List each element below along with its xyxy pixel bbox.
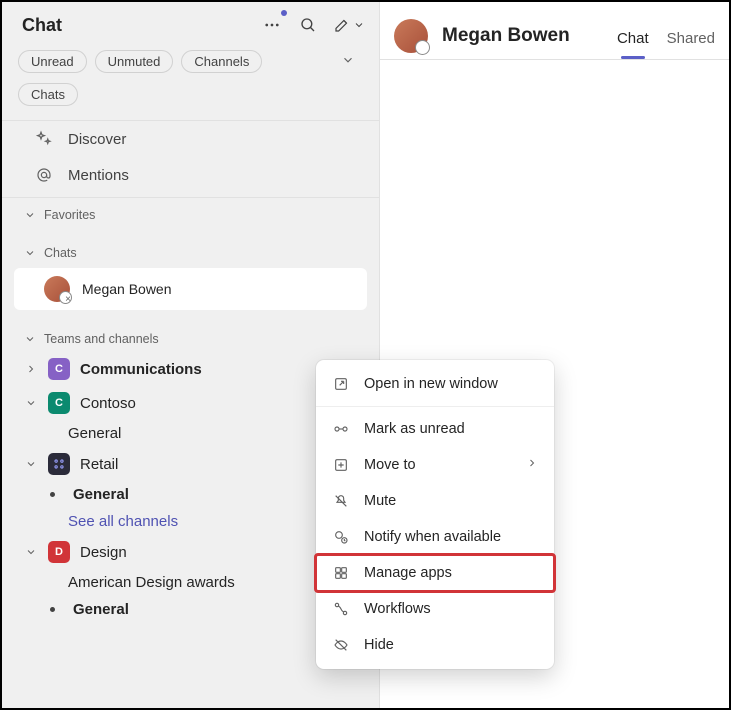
tab-chat[interactable]: Chat [617,30,649,59]
avatar[interactable] [394,19,428,53]
channel-label: General [73,486,129,503]
chevron-down-icon [24,247,36,259]
ctx-label: Workflows [364,601,431,617]
apps-icon [332,564,350,582]
workflows-icon [332,600,350,618]
filter-pill-unmuted[interactable]: Unmuted [95,50,174,73]
filters-expand-button[interactable] [341,53,363,70]
nav-discover-label: Discover [68,131,126,148]
open-new-window-icon [332,375,350,393]
filter-row-2: Chats [2,83,379,116]
ctx-hide[interactable]: Hide [316,627,554,663]
notify-icon [332,528,350,546]
ctx-label: Manage apps [364,565,452,581]
channel-label: General [68,425,121,442]
ctx-label: Hide [364,637,394,653]
chevron-right-icon [526,457,538,473]
chevron-down-icon [24,546,38,558]
section-chats[interactable]: Chats [2,236,379,266]
notification-dot-icon [281,10,287,16]
mark-unread-icon [332,420,350,438]
compose-button[interactable] [333,14,365,36]
ctx-label: Mark as unread [364,421,465,437]
filter-pill-chats[interactable]: Chats [18,83,78,106]
ctx-label: Notify when available [364,529,501,545]
ctx-move-to[interactable]: Move to [316,447,554,483]
chevron-down-icon [341,53,355,67]
team-label: Communications [80,361,202,378]
chevron-down-icon [24,333,36,345]
chat-header: Megan Bowen Chat Shared [380,2,729,60]
nav-discover[interactable]: Discover [2,121,379,157]
mention-icon [34,165,54,185]
team-label: Contoso [80,395,136,412]
mute-icon [332,492,350,510]
team-label: Retail [80,456,118,473]
team-badge: C [48,358,70,380]
nav-mentions[interactable]: Mentions [2,157,379,193]
search-icon [299,16,317,34]
section-teams[interactable]: Teams and channels [2,322,379,352]
team-badge: C [48,392,70,414]
sparkle-icon [34,129,54,149]
link-label: See all channels [68,513,178,530]
chevron-right-icon [24,363,38,375]
tab-shared[interactable]: Shared [667,30,715,59]
section-favorites-label: Favorites [44,208,95,222]
team-badge [48,453,70,475]
context-menu: Open in new window Mark as unread Move t… [316,360,554,669]
chat-item-selected[interactable]: Megan Bowen [14,268,367,310]
section-favorites[interactable]: Favorites [2,198,379,228]
unread-dot-icon [50,492,55,497]
ctx-mute[interactable]: Mute [316,483,554,519]
ctx-manage-apps[interactable]: Manage apps [316,555,554,591]
chat-title: Megan Bowen [442,25,603,47]
section-teams-label: Teams and channels [44,332,159,346]
more-options-button[interactable] [261,14,283,36]
hide-icon [332,636,350,654]
divider [316,406,554,407]
ctx-label: Open in new window [364,376,498,392]
channel-label: American Design awards [68,574,235,591]
ctx-mark-unread[interactable]: Mark as unread [316,411,554,447]
chat-tabs: Chat Shared [617,12,715,59]
chat-item-name: Megan Bowen [82,281,172,297]
section-chats-label: Chats [44,246,77,260]
grid-icon [52,457,66,471]
move-to-icon [332,456,350,474]
sidebar-actions [261,14,365,36]
filter-row: Unread Unmuted Channels [2,46,379,83]
chevron-down-icon [353,19,365,31]
sidebar-title: Chat [22,15,261,36]
more-horizontal-icon [263,16,281,34]
filter-pill-unread[interactable]: Unread [18,50,87,73]
unread-dot-icon [50,607,55,612]
nav-mentions-label: Mentions [68,167,129,184]
chevron-down-icon [24,397,38,409]
chevron-down-icon [24,458,38,470]
avatar [44,276,70,302]
sidebar-header: Chat [2,8,379,46]
ctx-label: Move to [364,457,416,473]
search-button[interactable] [297,14,319,36]
ctx-workflows[interactable]: Workflows [316,591,554,627]
chevron-down-icon [24,209,36,221]
ctx-label: Mute [364,493,396,509]
filter-pill-channels[interactable]: Channels [181,50,262,73]
team-badge: D [48,541,70,563]
ctx-notify-available[interactable]: Notify when available [316,519,554,555]
team-label: Design [80,544,127,561]
ctx-open-new-window[interactable]: Open in new window [316,366,554,402]
channel-label: General [73,601,129,618]
compose-icon [333,16,351,34]
